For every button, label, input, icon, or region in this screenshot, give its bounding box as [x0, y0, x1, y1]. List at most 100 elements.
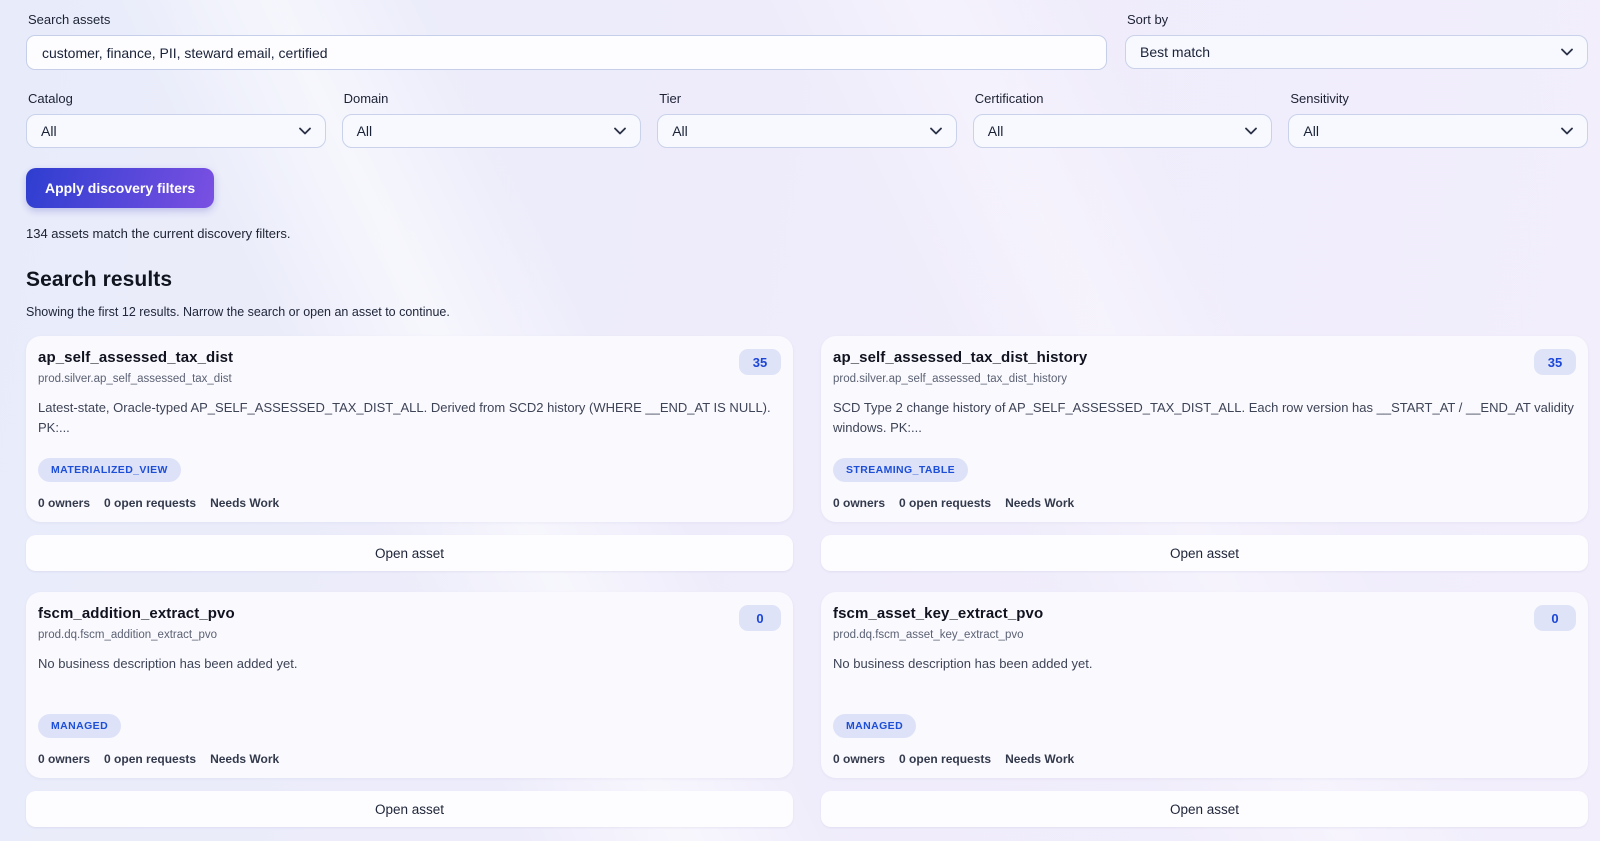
tier-label: Tier — [659, 91, 682, 106]
open-requests-count: 0 open requests — [104, 496, 197, 510]
card-head: ap_self_assessed_tax_dist prod.silver.ap… — [38, 349, 781, 385]
status-label: Needs Work — [210, 752, 280, 766]
sort-select[interactable]: Best match — [1125, 35, 1588, 69]
open-asset-button[interactable]: Open asset — [821, 535, 1588, 571]
sort-group: Sort by Best match — [1125, 10, 1588, 70]
sort-label: Sort by — [1127, 12, 1169, 27]
match-count-badge: 0 — [739, 605, 781, 631]
card-head: fscm_asset_key_extract_pvo prod.dq.fscm_… — [833, 605, 1576, 641]
asset-description: No business description has been added y… — [833, 656, 1093, 671]
sensitivity-select[interactable]: All — [1288, 114, 1588, 148]
chevron-down-icon — [298, 127, 311, 135]
asset-description: No business description has been added y… — [38, 656, 298, 671]
certification-select[interactable]: All — [972, 114, 1273, 148]
sensitivity-select-value: All — [1303, 123, 1319, 139]
match-count-badge: 35 — [739, 349, 781, 375]
search-label: Search assets — [28, 12, 111, 27]
meta-row: 0 owners 0 open requests Needs Work — [833, 496, 1576, 510]
discovery-page: Search assets Sort by Best match Catalog… — [0, 0, 1600, 827]
asset-path: prod.silver.ap_self_assessed_tax_dist — [38, 373, 232, 385]
asset-path: prod.dq.fscm_asset_key_extract_pvo — [833, 629, 1024, 641]
asset-card: fscm_asset_key_extract_pvo prod.dq.fscm_… — [821, 592, 1588, 778]
owners-count: 0 owners — [833, 496, 886, 510]
domain-select[interactable]: All — [341, 114, 642, 148]
tag-row: MATERIALIZED_VIEW — [38, 458, 781, 482]
sensitivity-label: Sensitivity — [1290, 91, 1349, 106]
domain-select-value: All — [356, 123, 373, 139]
card-head: fscm_addition_extract_pvo prod.dq.fscm_a… — [38, 605, 781, 641]
asset-path: prod.dq.fscm_addition_extract_pvo — [38, 629, 217, 641]
results-grid: ap_self_assessed_tax_dist prod.silver.ap… — [26, 336, 1588, 827]
match-summary: 134 assets match the current discovery f… — [26, 226, 291, 241]
filter-group-certification: Certification All — [972, 89, 1273, 148]
card-head-text: fscm_asset_key_extract_pvo prod.dq.fscm_… — [833, 605, 1043, 641]
card-head: ap_self_assessed_tax_dist_history prod.s… — [833, 349, 1576, 385]
owners-count: 0 owners — [38, 496, 91, 510]
asset-type-tag: STREAMING_TABLE — [833, 458, 969, 482]
asset-title: fscm_addition_extract_pvo — [38, 605, 235, 622]
search-input[interactable] — [26, 35, 1107, 70]
catalog-select[interactable]: All — [26, 114, 326, 148]
certification-select-value: All — [987, 123, 1004, 139]
filters-row: Catalog All Domain All Tier All Certific… — [26, 89, 1588, 148]
catalog-label: Catalog — [28, 91, 73, 106]
meta-row: 0 owners 0 open requests Needs Work — [833, 752, 1576, 766]
asset-type-tag: MANAGED — [38, 714, 122, 738]
result-cell: fscm_asset_key_extract_pvo prod.dq.fscm_… — [821, 592, 1588, 827]
open-requests-count: 0 open requests — [104, 752, 197, 766]
certification-label: Certification — [974, 91, 1044, 106]
result-cell: ap_self_assessed_tax_dist_history prod.s… — [821, 336, 1588, 571]
status-label: Needs Work — [1005, 752, 1075, 766]
asset-title: ap_self_assessed_tax_dist_history — [833, 349, 1088, 366]
chevron-down-icon — [1245, 127, 1258, 135]
open-requests-count: 0 open requests — [899, 752, 992, 766]
chevron-down-icon — [1561, 48, 1573, 56]
search-row: Search assets Sort by Best match — [26, 10, 1588, 70]
filter-group-tier: Tier All — [657, 89, 957, 148]
open-requests-count: 0 open requests — [899, 496, 992, 510]
status-label: Needs Work — [1005, 496, 1075, 510]
asset-card: fscm_addition_extract_pvo prod.dq.fscm_a… — [26, 592, 793, 778]
results-heading: Search results — [26, 268, 173, 291]
domain-label: Domain — [343, 91, 389, 106]
tag-row: MANAGED — [38, 714, 781, 738]
apply-filters-button[interactable]: Apply discovery filters — [26, 168, 215, 208]
asset-path: prod.silver.ap_self_assessed_tax_dist_hi… — [833, 373, 1067, 385]
search-group: Search assets — [26, 10, 1107, 70]
filter-group-sensitivity: Sensitivity All — [1288, 89, 1588, 148]
sort-select-value: Best match — [1140, 44, 1211, 60]
open-asset-button[interactable]: Open asset — [821, 791, 1588, 827]
asset-type-tag: MANAGED — [833, 714, 917, 738]
asset-title: fscm_asset_key_extract_pvo — [833, 605, 1044, 622]
match-count-badge: 0 — [1534, 605, 1576, 631]
asset-card: ap_self_assessed_tax_dist_history prod.s… — [821, 336, 1588, 522]
card-head-text: fscm_addition_extract_pvo prod.dq.fscm_a… — [38, 605, 235, 641]
meta-row: 0 owners 0 open requests Needs Work — [38, 496, 781, 510]
owners-count: 0 owners — [833, 752, 886, 766]
chevron-down-icon — [929, 127, 942, 135]
chevron-down-icon — [1561, 127, 1573, 135]
filter-group-catalog: Catalog All — [26, 89, 326, 148]
asset-description: SCD Type 2 change history of AP_SELF_ASS… — [833, 400, 1574, 436]
open-asset-button[interactable]: Open asset — [26, 535, 793, 571]
results-subheading: Showing the first 12 results. Narrow the… — [26, 305, 450, 319]
match-count-badge: 35 — [1534, 349, 1576, 375]
result-cell: ap_self_assessed_tax_dist prod.silver.ap… — [26, 336, 793, 571]
asset-description: Latest-state, Oracle-typed AP_SELF_ASSES… — [38, 400, 771, 436]
status-label: Needs Work — [210, 496, 280, 510]
card-head-text: ap_self_assessed_tax_dist_history prod.s… — [833, 349, 1087, 385]
filter-group-domain: Domain All — [341, 89, 642, 148]
result-cell: fscm_addition_extract_pvo prod.dq.fscm_a… — [26, 592, 793, 827]
card-head-text: ap_self_assessed_tax_dist prod.silver.ap… — [38, 349, 233, 385]
asset-title: ap_self_assessed_tax_dist — [38, 349, 234, 366]
tag-row: MANAGED — [833, 714, 1576, 738]
asset-card: ap_self_assessed_tax_dist prod.silver.ap… — [26, 336, 793, 522]
asset-type-tag: MATERIALIZED_VIEW — [38, 458, 181, 482]
meta-row: 0 owners 0 open requests Needs Work — [38, 752, 781, 766]
tag-row: STREAMING_TABLE — [833, 458, 1576, 482]
catalog-select-value: All — [41, 123, 57, 139]
tier-select[interactable]: All — [657, 114, 957, 148]
tier-select-value: All — [672, 123, 688, 139]
open-asset-button[interactable]: Open asset — [26, 791, 793, 827]
chevron-down-icon — [614, 127, 627, 135]
